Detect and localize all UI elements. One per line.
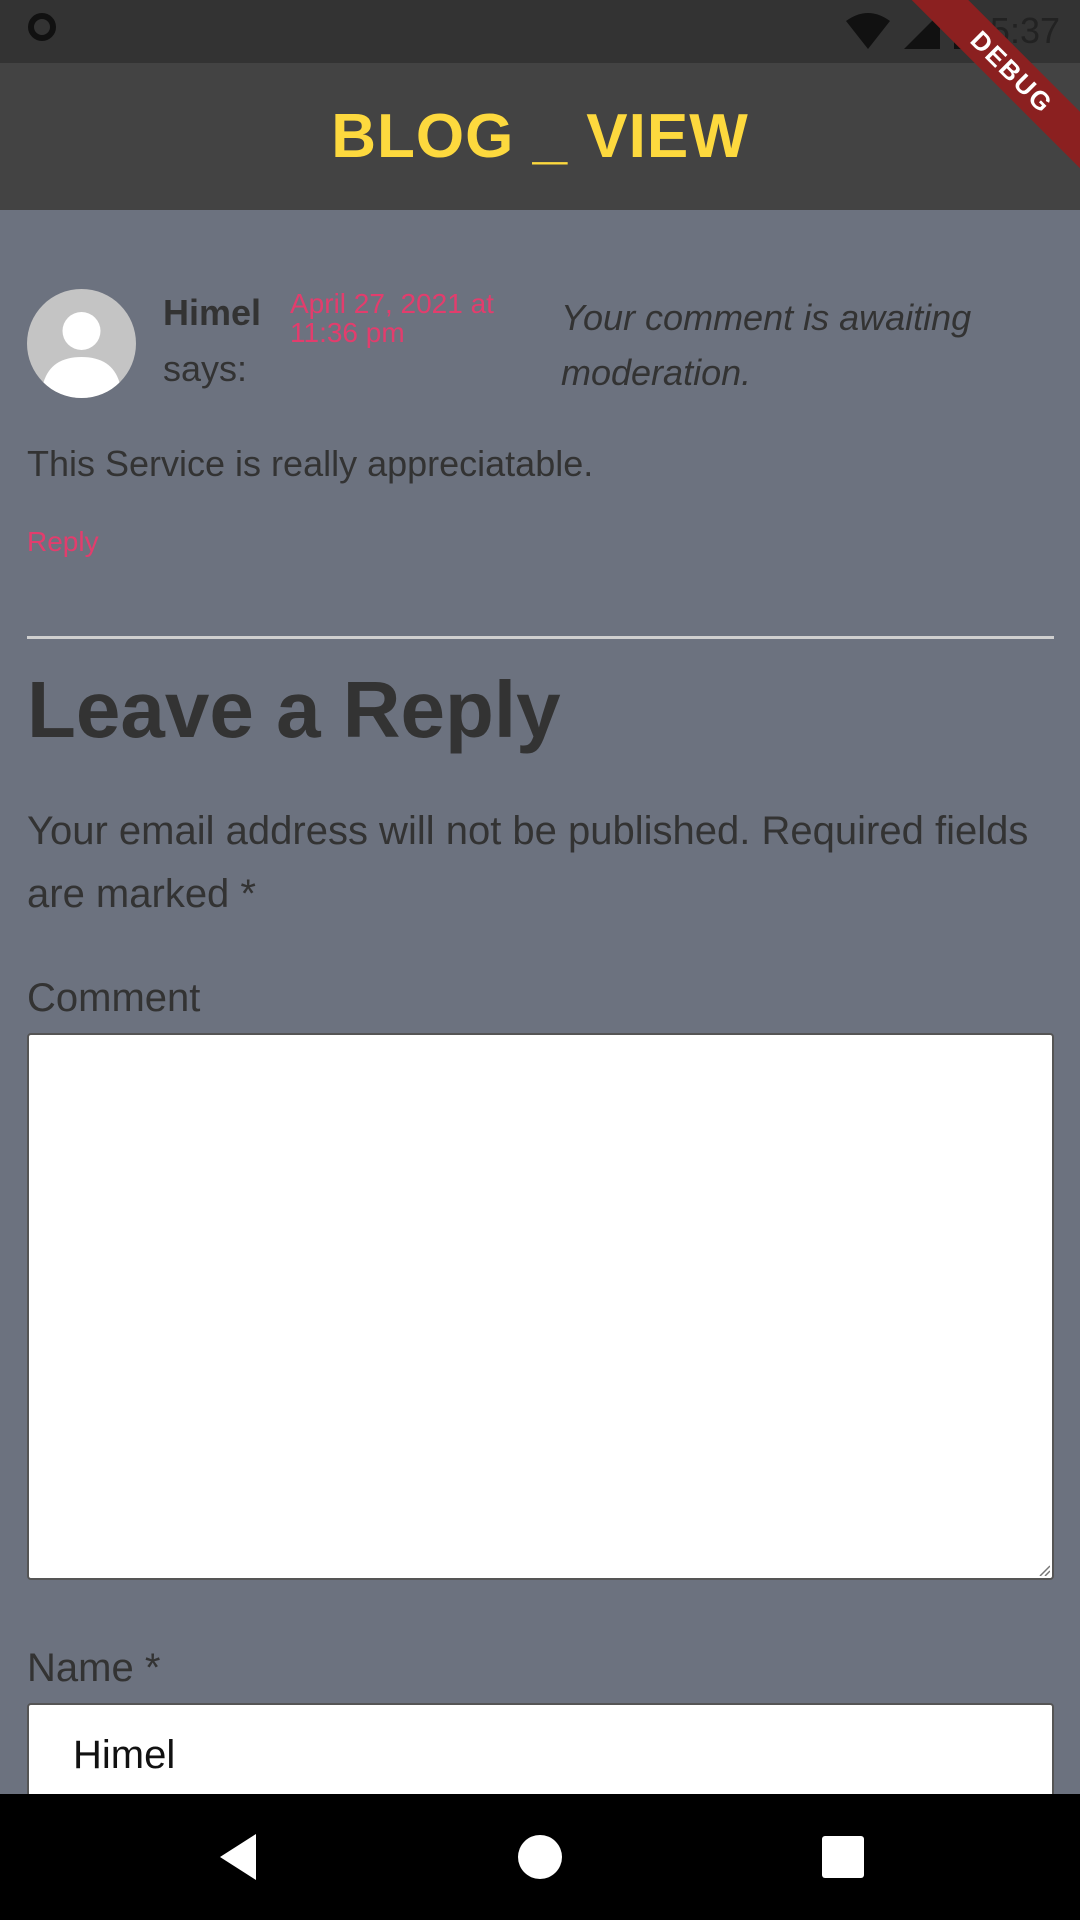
default-avatar-icon [41,312,122,398]
divider [27,636,1054,639]
system-nav-bar [0,1794,1080,1920]
resize-handle-icon[interactable] [1038,1564,1050,1576]
home-icon[interactable] [515,1832,565,1882]
comment-says: says: [163,348,248,389]
comment-date-link[interactable]: April 27, 2021 at 11:36 pm [290,289,520,347]
back-icon[interactable] [216,1832,266,1882]
name-input-value: Himel [73,1733,176,1777]
comment-author[interactable]: Himel [163,292,261,334]
circle-indicator-icon [28,13,56,41]
comment-textarea[interactable] [27,1033,1054,1580]
debug-banner: DEBUG [905,0,1080,179]
comment-label: Comment [27,976,201,1020]
page-title: BLOG _ VIEW [331,102,749,171]
reply-link[interactable]: Reply [27,526,99,558]
comment-text: This Service is really appreciatable. [27,443,594,484]
debug-ribbon-container: DEBUG [880,0,1080,200]
moderation-notice: Your comment is awaiting moderation. [561,297,972,393]
avatar [27,289,136,398]
reply-heading: Leave a Reply [27,665,561,754]
recents-icon[interactable] [818,1832,868,1882]
reply-notes: Your email address will not be published… [27,809,1029,916]
name-label: Name * [27,1646,161,1690]
